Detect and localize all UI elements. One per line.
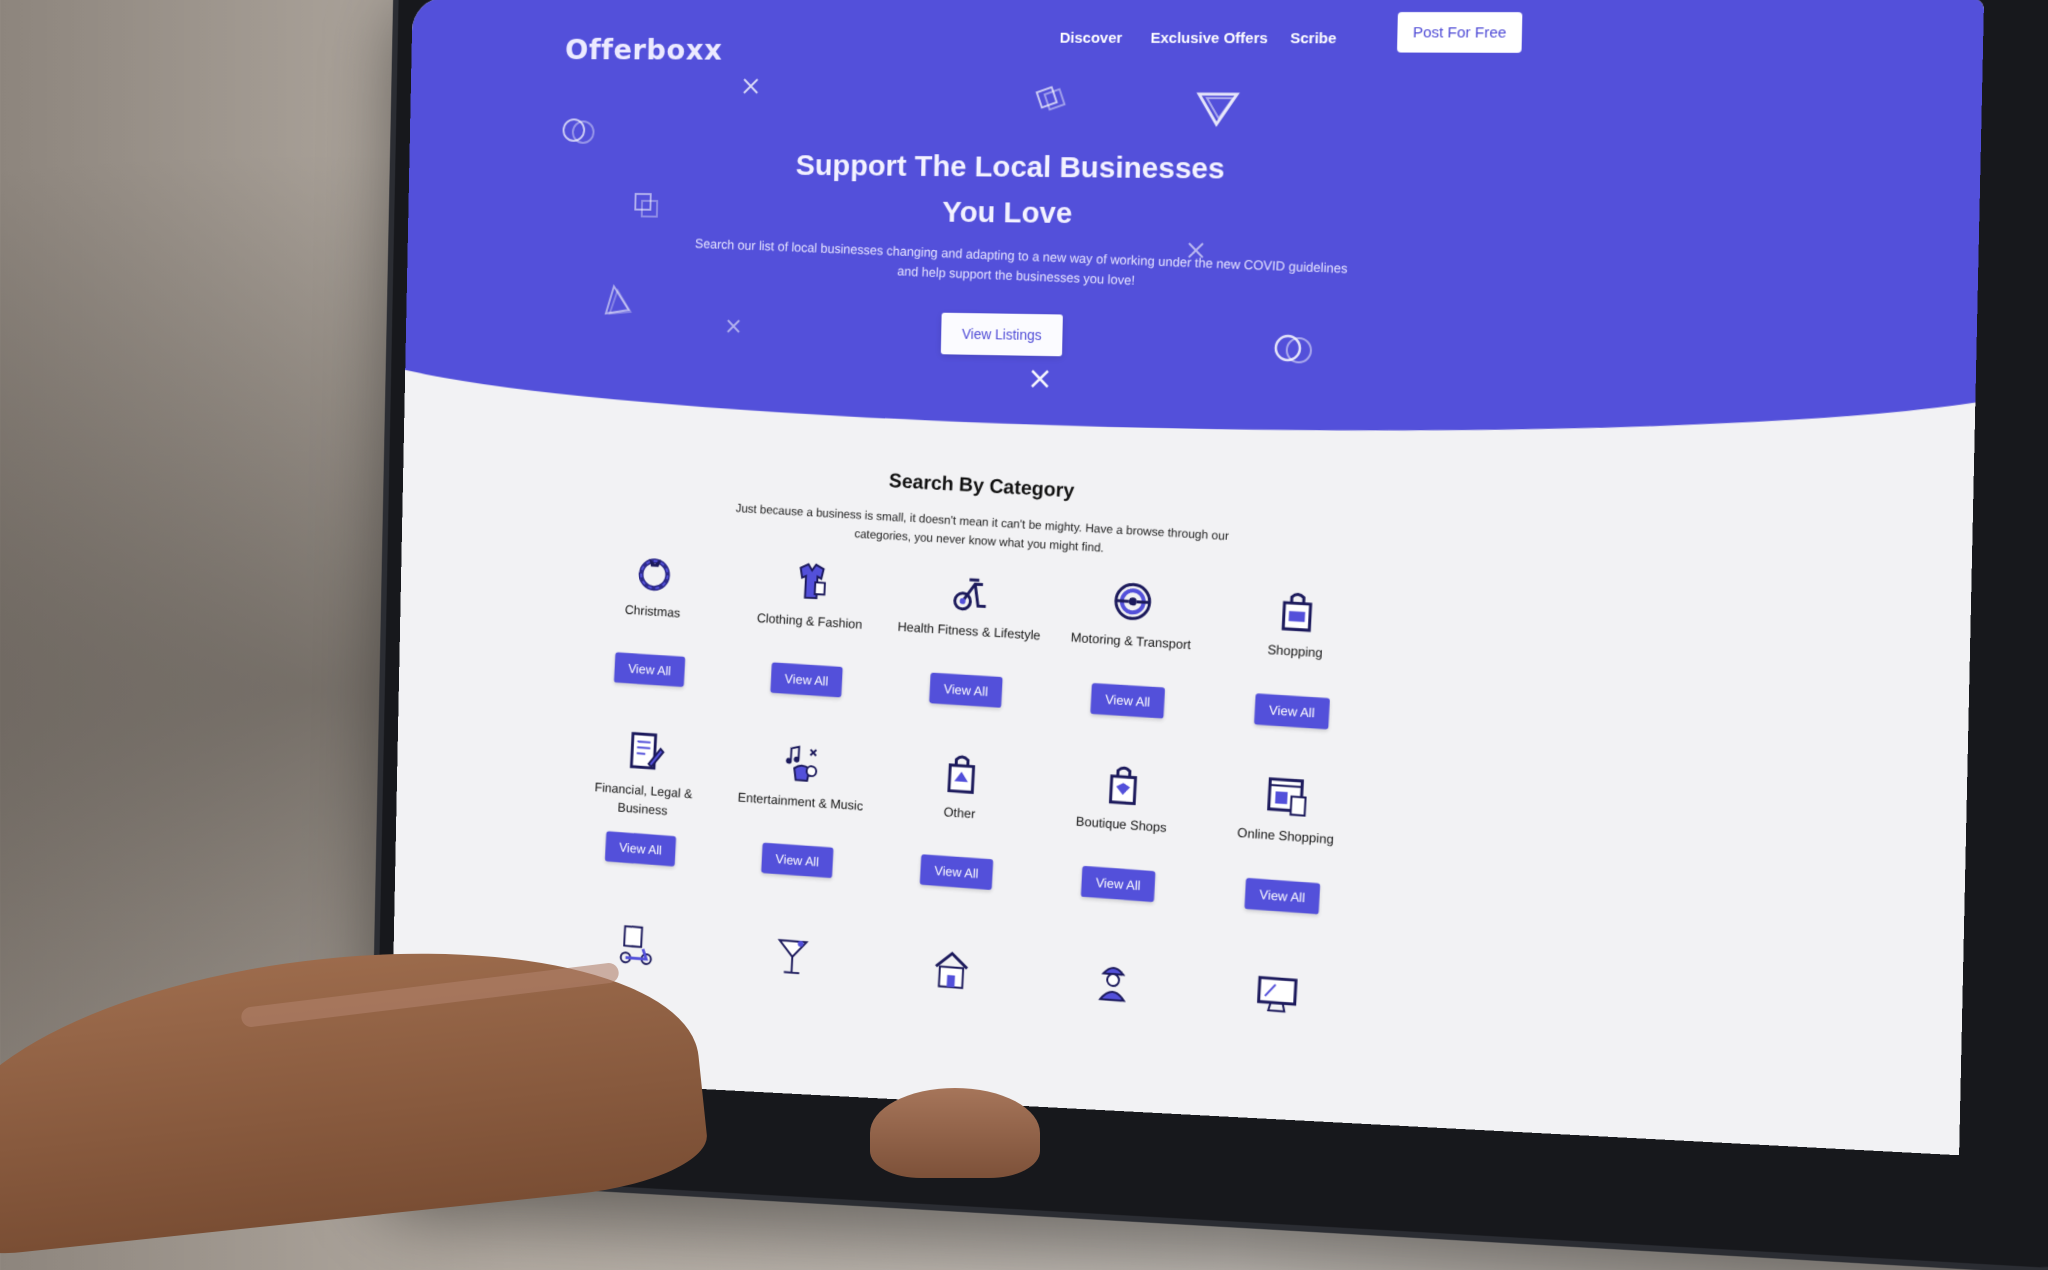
category-card-boutique-shops: Boutique Shops View All: [1044, 758, 1199, 905]
category-card-online-shopping: Online Shopping View All: [1207, 769, 1365, 917]
view-all-button[interactable]: View All: [1245, 878, 1320, 915]
site-logo[interactable]: Offerboxx: [565, 33, 723, 67]
view-listings-button[interactable]: View Listings: [941, 313, 1063, 357]
hero-heading: Support The Local Businesses You Love: [679, 143, 1346, 240]
post-for-free-button[interactable]: Post For Free: [1397, 12, 1522, 53]
top-nav: Offerboxx Discover Exclusive Offers Scri…: [411, 0, 1984, 91]
category-card-health-fitness: Health Fitness & Lifestyle View All: [892, 566, 1045, 711]
music-icon: [780, 740, 824, 786]
view-all-button[interactable]: View All: [1091, 683, 1165, 719]
exercise-bike-icon: [948, 569, 993, 615]
category-name: Online Shopping: [1209, 821, 1361, 870]
user-thumb: [870, 1088, 1040, 1178]
steering-wheel-icon: [1110, 578, 1156, 624]
nav-link-scribe[interactable]: Scribe: [1290, 30, 1337, 47]
diamonds-shape-icon: [1031, 81, 1071, 117]
clothing-icon: [789, 559, 833, 605]
house-icon: [929, 946, 974, 993]
nav-link-exclusive-offers[interactable]: Exclusive Offers: [1150, 30, 1268, 47]
category-name: Motoring & Transport: [1055, 627, 1205, 674]
view-all-button[interactable]: View All: [605, 831, 676, 866]
view-all-button[interactable]: View All: [1254, 693, 1329, 729]
category-card-entertainment-music: Entertainment & Music View All: [725, 736, 876, 881]
browser-viewport: Offerboxx Discover Exclusive Offers Scri…: [391, 0, 1984, 1155]
category-card-partial: [1038, 954, 1188, 1009]
squares-shape-icon: [632, 191, 661, 221]
category-card-christmas: Christmas View All: [578, 547, 726, 689]
online-shop-icon: [1264, 773, 1310, 820]
category-name: Shopping: [1219, 637, 1372, 685]
category-card-motoring-transport: Motoring & Transport View All: [1053, 575, 1208, 721]
category-card-clothing-fashion: Clothing & Fashion View All: [734, 556, 885, 699]
category-name: Christmas: [581, 598, 725, 644]
wreath-icon: [633, 550, 677, 595]
cocktail-icon: [770, 934, 814, 980]
view-all-button[interactable]: View All: [761, 843, 833, 879]
category-name: Clothing & Fashion: [736, 607, 882, 653]
computer-icon: [1254, 971, 1300, 1019]
view-all-button[interactable]: View All: [929, 673, 1002, 708]
x-shape-icon: [725, 317, 743, 335]
triangle-shape-icon: [600, 282, 633, 318]
scooter-icon: [614, 922, 658, 968]
nav-link-discover[interactable]: Discover: [1060, 30, 1123, 47]
category-name: Entertainment & Music: [727, 787, 873, 835]
circles-shape-icon: [560, 115, 602, 148]
view-all-button[interactable]: View All: [614, 652, 685, 687]
circles-shape-icon: [1271, 330, 1320, 369]
hero-title-line-2: You Love: [679, 188, 1345, 241]
view-all-button[interactable]: View All: [920, 854, 993, 890]
category-card-financial-legal: Financial, Legal & Business View All: [569, 726, 717, 869]
view-all-button[interactable]: View All: [771, 662, 843, 697]
category-name: Other: [885, 798, 1033, 846]
category-card-shopping: Shopping View All: [1216, 585, 1374, 732]
category-name: Boutique Shops: [1046, 810, 1196, 858]
category-card-partial: [1201, 967, 1354, 1023]
category-name: Financial, Legal & Business: [572, 776, 715, 823]
shopping-bag-icon: [1274, 588, 1320, 635]
worker-icon: [1090, 958, 1136, 1005]
category-card-other: Other View All: [883, 747, 1036, 893]
boutique-bag-icon: [1100, 761, 1146, 808]
document-pen-icon: [624, 729, 668, 775]
view-all-button[interactable]: View All: [1081, 866, 1155, 902]
category-card-partial: [564, 918, 708, 972]
x-shape-icon: [741, 76, 760, 96]
bag-icon: [939, 751, 984, 797]
category-card-partial: [720, 930, 866, 984]
x-shape-icon: [1029, 368, 1051, 390]
hero-title-line-1: Support The Local Businesses: [680, 143, 1346, 194]
category-card-partial: [878, 942, 1026, 997]
category-name: Health Fitness & Lifestyle: [895, 617, 1043, 664]
inverted-triangle-icon: [1194, 88, 1241, 128]
category-description: Just because a business is small, it doe…: [728, 499, 1237, 566]
